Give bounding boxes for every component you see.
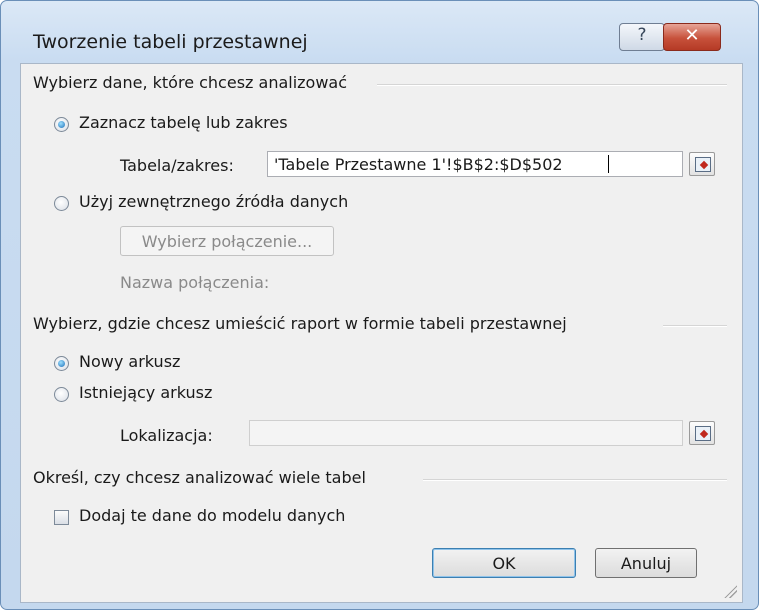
location-label: Lokalizacja: bbox=[120, 426, 213, 445]
text-caret bbox=[608, 155, 609, 173]
resize-grip-icon[interactable] bbox=[721, 582, 737, 598]
dialog-title: Tworzenie tabeli przestawnej bbox=[33, 31, 308, 53]
radio-select-table-label[interactable]: Zaznacz tabelę lub zakres bbox=[79, 113, 288, 132]
section-heading-multi: Określ, czy chcesz analizować wiele tabe… bbox=[33, 468, 366, 487]
cancel-button-label: Anuluj bbox=[620, 554, 672, 573]
add-to-data-model-checkbox[interactable] bbox=[54, 510, 69, 525]
choose-connection-label: Wybierz połączenie... bbox=[141, 232, 313, 251]
collapse-dialog-icon bbox=[695, 426, 711, 441]
location-input[interactable] bbox=[249, 420, 683, 446]
cancel-button[interactable]: Anuluj bbox=[595, 548, 697, 578]
section-heading-location: Wybierz, gdzie chcesz umieścić raport w … bbox=[33, 314, 567, 333]
ok-button-label: OK bbox=[492, 554, 516, 573]
collapse-dialog-icon bbox=[695, 157, 711, 172]
radio-select-table[interactable] bbox=[54, 117, 69, 132]
ok-button[interactable]: OK bbox=[432, 548, 576, 578]
radio-external-source-label[interactable]: Użyj zewnętrznego źródła danych bbox=[79, 192, 348, 211]
radio-existing-sheet-label[interactable]: Istniejący arkusz bbox=[79, 383, 212, 402]
section-divider bbox=[377, 84, 727, 86]
section-heading-data: Wybierz dane, które chcesz analizować bbox=[33, 73, 348, 92]
range-input-value: 'Tabele Przestawne 1'!$B$2:$D$502 bbox=[274, 155, 563, 174]
radio-existing-sheet[interactable] bbox=[54, 387, 69, 402]
section-divider bbox=[423, 479, 727, 481]
connection-name-label: Nazwa połączenia: bbox=[120, 273, 270, 292]
help-icon: ? bbox=[637, 25, 647, 45]
dialog-window: Tworzenie tabeli przestawnej ? ✕ Wybierz… bbox=[0, 0, 759, 610]
dialog-body: Wybierz dane, które chcesz analizować Za… bbox=[20, 63, 743, 603]
section-divider bbox=[663, 325, 727, 327]
location-collapse-button[interactable] bbox=[689, 421, 715, 445]
range-collapse-button[interactable] bbox=[689, 152, 715, 176]
add-to-data-model-label[interactable]: Dodaj te dane do modelu danych bbox=[79, 506, 345, 525]
radio-external-source[interactable] bbox=[54, 196, 69, 211]
range-label: Tabela/zakres: bbox=[120, 156, 234, 175]
choose-connection-button[interactable]: Wybierz połączenie... bbox=[120, 226, 334, 256]
help-button[interactable]: ? bbox=[619, 23, 665, 51]
radio-new-sheet-label[interactable]: Nowy arkusz bbox=[79, 352, 180, 371]
close-icon: ✕ bbox=[684, 25, 700, 46]
range-input[interactable]: 'Tabele Przestawne 1'!$B$2:$D$502 bbox=[267, 151, 683, 177]
close-button[interactable]: ✕ bbox=[663, 23, 721, 51]
radio-new-sheet[interactable] bbox=[54, 356, 69, 371]
